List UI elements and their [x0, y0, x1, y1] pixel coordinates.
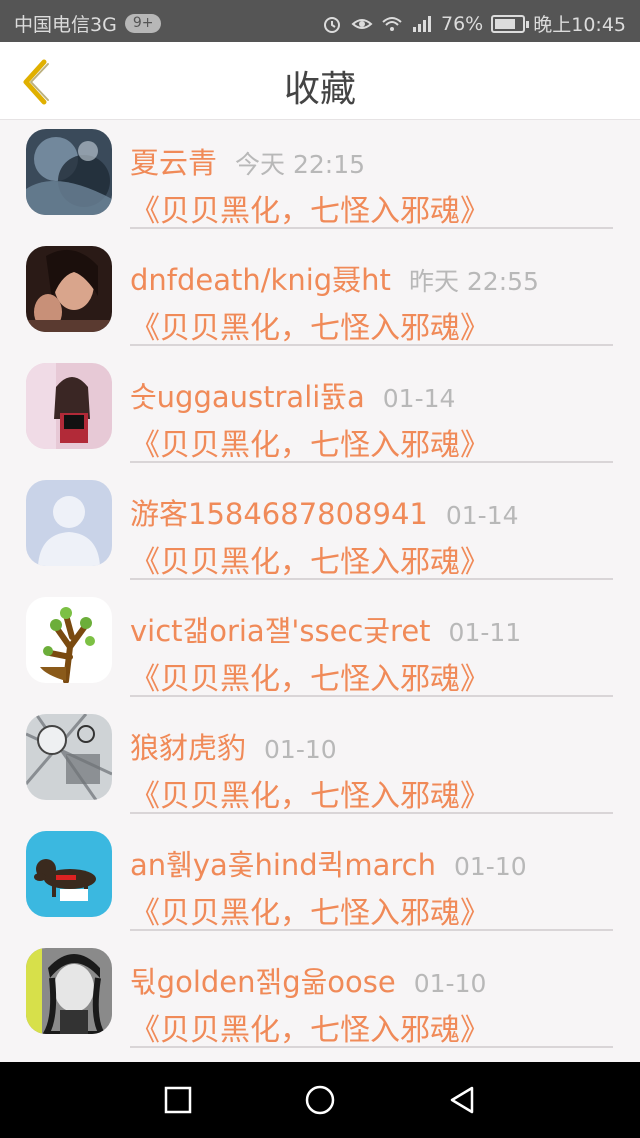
- favorite-content: 숫uggaustrali뜘a 01-14 《贝贝黑化，七怪入邪魂》: [130, 354, 613, 463]
- status-right: 76% 晚上10:45: [321, 10, 626, 37]
- favorite-item[interactable]: 뒧golden젥g욺oose 01-10 《贝贝黑化，七怪入邪魂》: [0, 939, 640, 1056]
- user-name: 숫uggaustrali뜘a: [130, 380, 365, 414]
- favorite-meta: an휅ya훚hind퀵march 01-10: [130, 842, 527, 884]
- favorite-content: vict갦oria쟬'ssec궂ret 01-11 《贝贝黑化，七怪入邪魂》: [130, 588, 613, 697]
- work-title: 《贝贝黑化，七怪入邪魂》: [130, 194, 490, 229]
- favorite-time: 01-10: [413, 969, 487, 998]
- avatar[interactable]: [26, 246, 112, 332]
- signal-icon: [411, 14, 433, 34]
- avatar[interactable]: [26, 480, 112, 566]
- clock: 晚上10:45: [533, 14, 626, 36]
- user-name: 游客1584687808941: [130, 497, 428, 531]
- favorite-content: 狼豺虎豹 01-10 《贝贝黑化，七怪入邪魂》: [130, 705, 613, 814]
- user-name: 狼豺虎豹: [130, 731, 247, 765]
- work-title: 《贝贝黑化，七怪入邪魂》: [130, 662, 490, 697]
- favorite-time: 01-10: [453, 852, 527, 881]
- favorite-meta: 숫uggaustrali뜘a 01-14: [130, 374, 455, 416]
- favorite-time: 今天 22:15: [235, 150, 366, 179]
- favorite-meta: 游客1584687808941 01-14: [130, 491, 519, 533]
- favorite-content: 夏云青 今天 22:15 《贝贝黑化，七怪入邪魂》: [130, 120, 613, 229]
- square-icon: [164, 1086, 192, 1114]
- battery-level-fill: [495, 18, 516, 29]
- page-title: 收藏: [283, 69, 356, 110]
- favorite-content: 뒧golden젥g욺oose 01-10 《贝贝黑化，七怪入邪魂》: [130, 939, 613, 1048]
- user-name: 夏云青: [130, 146, 218, 180]
- user-name: an휅ya훚hind퀵march: [130, 848, 436, 882]
- work-title: 《贝贝黑化，七怪入邪魂》: [130, 545, 490, 580]
- recents-button[interactable]: [160, 1082, 196, 1118]
- work-title: 《贝贝黑化，七怪入邪魂》: [130, 1013, 490, 1048]
- user-name: 뒧golden젥g욺oose: [130, 965, 396, 999]
- battery-percent: 76%: [441, 12, 484, 35]
- favorite-meta: dnfdeath/knig聂ht 昨天 22:55: [130, 257, 539, 299]
- favorite-item[interactable]: 夏云青 今天 22:15 《贝贝黑化，七怪入邪魂》: [0, 120, 640, 237]
- wifi-icon: [381, 14, 403, 34]
- favorite-item[interactable]: an휅ya훚hind퀵march 01-10 《贝贝黑化，七怪入邪魂》: [0, 822, 640, 939]
- favorite-meta: 뒧golden젥g욺oose 01-10: [130, 959, 486, 1001]
- avatar[interactable]: [26, 831, 112, 917]
- favorite-item[interactable]: 游客1584687808941 01-14 《贝贝黑化，七怪入邪魂》: [0, 471, 640, 588]
- status-bar: 中国电信3G 9+ 76% 晚上10:45: [0, 0, 640, 42]
- avatar[interactable]: [26, 597, 112, 683]
- avatar[interactable]: [26, 129, 112, 215]
- favorite-content: an휅ya훚hind퀵march 01-10 《贝贝黑化，七怪入邪魂》: [130, 822, 613, 931]
- avatar[interactable]: [26, 363, 112, 449]
- carrier-label: 中国电信3G: [14, 14, 117, 36]
- favorite-item[interactable]: dnfdeath/knig聂ht 昨天 22:55 《贝贝黑化，七怪入邪魂》: [0, 237, 640, 354]
- favorite-meta: 狼豺虎豹 01-10: [130, 725, 337, 767]
- favorite-time: 01-14: [445, 501, 519, 530]
- favorite-item[interactable]: 狼豺虎豹 01-10 《贝贝黑化，七怪入邪魂》: [0, 705, 640, 822]
- header-bar: 收藏: [0, 42, 640, 120]
- favorite-time: 01-14: [382, 384, 456, 413]
- status-left: 中国电信3G 9+: [14, 10, 162, 37]
- circle-icon: [305, 1085, 335, 1115]
- user-name: vict갦oria쟬'ssec궂ret: [130, 614, 431, 648]
- work-title: 《贝贝黑化，七怪入邪魂》: [130, 896, 490, 931]
- favorite-meta: 夏云青 今天 22:15: [130, 140, 365, 182]
- favorite-content: dnfdeath/knig聂ht 昨天 22:55 《贝贝黑化，七怪入邪魂》: [130, 237, 613, 346]
- home-button[interactable]: [302, 1082, 338, 1118]
- work-title: 《贝贝黑化，七怪入邪魂》: [130, 428, 490, 463]
- avatar[interactable]: [26, 714, 112, 800]
- favorite-item[interactable]: vict갦oria쟬'ssec궂ret 01-11 《贝贝黑化，七怪入邪魂》: [0, 588, 640, 705]
- triangle-back-icon: [450, 1086, 474, 1114]
- nav-back-button[interactable]: [444, 1082, 480, 1118]
- favorite-time: 01-10: [264, 735, 337, 764]
- favorites-list: 夏云青 今天 22:15 《贝贝黑化，七怪入邪魂》 dnfdeath/knig聂ht 昨…: [0, 120, 640, 1056]
- app-root: 中国电信3G 9+ 76% 晚上10:45 收藏 夏云青 今天 22:15 《贝…: [0, 0, 640, 1138]
- user-name: dnfdeath/knig聂ht: [130, 263, 391, 297]
- system-nav-bar: [0, 1062, 640, 1138]
- alarm-icon: [321, 14, 343, 34]
- notification-badge: 9+: [124, 14, 162, 33]
- battery-icon: [491, 14, 530, 33]
- favorite-time: 昨天 22:55: [408, 267, 539, 296]
- eye-icon: [351, 14, 373, 34]
- favorite-item[interactable]: 숫uggaustrali뜘a 01-14 《贝贝黑化，七怪入邪魂》: [0, 354, 640, 471]
- work-title: 《贝贝黑化，七怪入邪魂》: [130, 779, 490, 814]
- work-title: 《贝贝黑化，七怪入邪魂》: [130, 311, 490, 346]
- favorite-meta: vict갦oria쟬'ssec궂ret 01-11: [130, 608, 521, 650]
- favorite-time: 01-11: [448, 618, 522, 647]
- avatar[interactable]: [26, 948, 112, 1034]
- favorite-content: 游客1584687808941 01-14 《贝贝黑化，七怪入邪魂》: [130, 471, 613, 580]
